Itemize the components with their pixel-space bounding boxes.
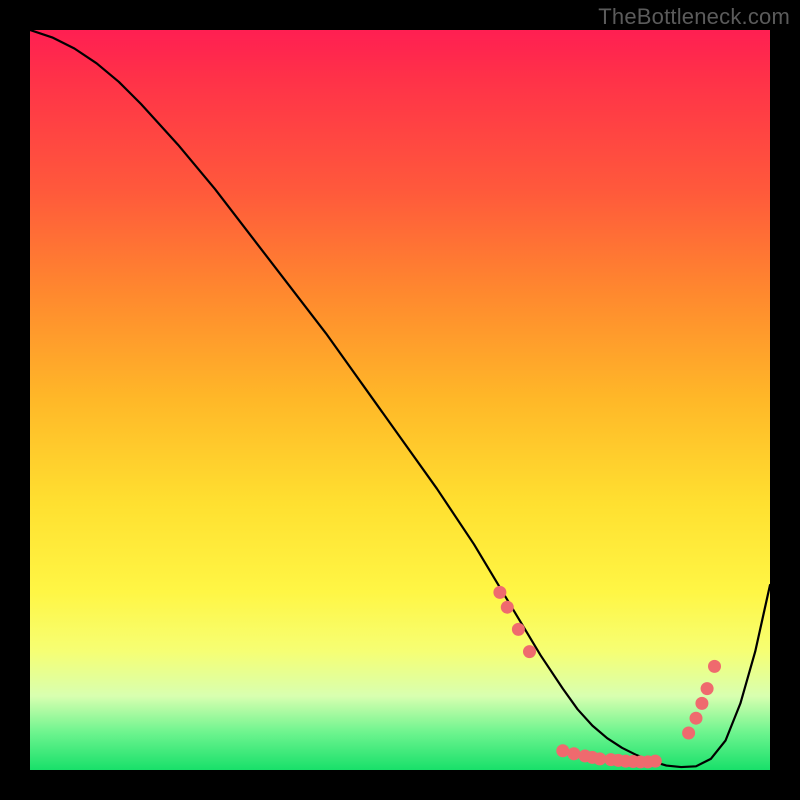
data-point	[512, 623, 525, 636]
bottleneck-curve	[30, 30, 770, 767]
data-point	[690, 712, 703, 725]
data-point	[493, 586, 506, 599]
data-points	[493, 586, 721, 768]
data-point	[593, 752, 606, 765]
data-point	[567, 747, 580, 760]
data-point	[556, 744, 569, 757]
data-point	[682, 727, 695, 740]
data-point	[708, 660, 721, 673]
watermark-text: TheBottleneck.com	[598, 4, 790, 30]
data-point	[501, 601, 514, 614]
chart-frame: TheBottleneck.com	[0, 0, 800, 800]
data-point	[523, 645, 536, 658]
plot-area	[30, 30, 770, 770]
data-point	[695, 697, 708, 710]
data-point	[649, 755, 662, 768]
data-point	[701, 682, 714, 695]
plot-svg	[30, 30, 770, 770]
